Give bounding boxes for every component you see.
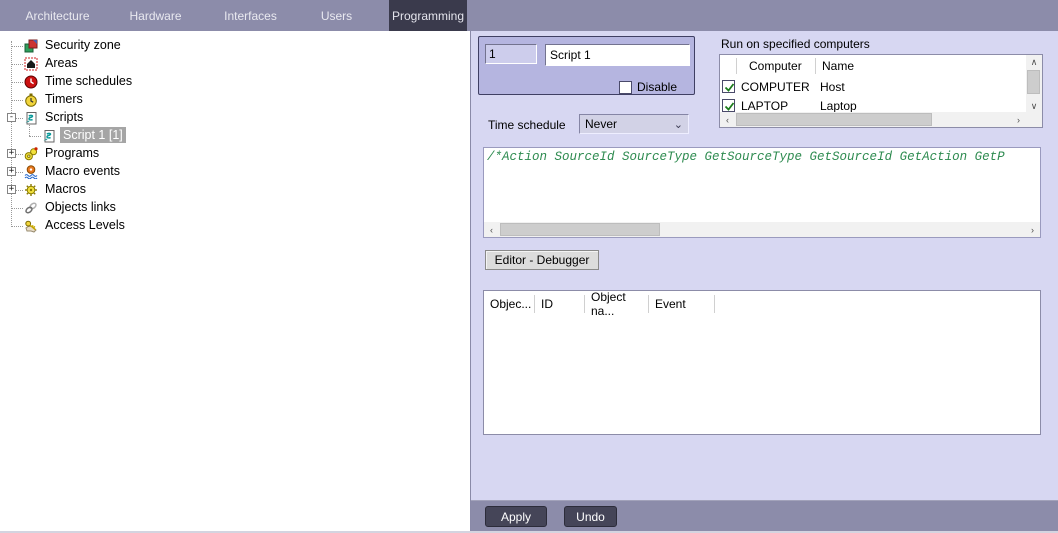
tree-item-label-programs[interactable]: Programs (42, 145, 102, 161)
macro-events-icon (24, 165, 38, 180)
disable-checkbox[interactable] (619, 80, 632, 94)
application-window: Architecture Hardware Interfaces Users Progr… (0, 0, 1058, 533)
disable-checkbox-row: Disable (619, 80, 677, 94)
chevron-down-icon: ⌄ (673, 119, 683, 131)
hscroll-thumb[interactable] (500, 223, 660, 236)
time-schedules-icon (24, 75, 38, 89)
computers-vscrollbar[interactable]: ∧ ∨ (1026, 55, 1042, 127)
computer-cell: COMPUTER (741, 79, 810, 94)
scroll-down-icon[interactable]: ∨ (1026, 99, 1042, 113)
vscroll-thumb[interactable] (1027, 70, 1040, 94)
editor-debugger-button[interactable]: Editor - Debugger (485, 250, 599, 270)
tree-connector-stub (29, 136, 41, 137)
scripts-icon (24, 111, 38, 125)
events-column-header-objec[interactable]: Objec... (484, 295, 535, 313)
tree-connector-line (11, 41, 12, 227)
objects-links-icon (24, 201, 38, 215)
tree-connector-stub (11, 208, 23, 209)
tab-programming[interactable]: Programming (389, 0, 467, 32)
computer-name-cell: Host (820, 79, 845, 94)
computer-checkbox-laptop[interactable] (722, 99, 735, 112)
top-navbar: Architecture Hardware Interfaces Users Progr… (0, 0, 1058, 32)
tree-item-label-timers[interactable]: Timers (42, 91, 86, 107)
script-code-editor[interactable]: /*Action SourceId SourceType GetSourceTy… (483, 147, 1041, 238)
computers-column-header-computer[interactable]: Computer (737, 58, 816, 74)
tab-interfaces[interactable]: Interfaces (203, 0, 298, 31)
computer-name-cell: Laptop (820, 98, 857, 113)
scroll-left-icon[interactable]: ‹ (720, 112, 735, 127)
tree-panel: Security zone Areas Time schedules Timers - S… (0, 31, 470, 533)
tree-item-label-script-1-1[interactable]: Script 1 [1] (60, 127, 126, 143)
scroll-right-icon[interactable]: › (1011, 112, 1026, 127)
computers-table: Computer Name COMPUTER Host LAPTOP Laptop ∧ ∨ ‹ › (719, 54, 1043, 128)
apply-button[interactable]: Apply (485, 506, 547, 527)
access-levels-icon (24, 219, 38, 233)
expand-icon-programs[interactable]: + (7, 149, 16, 158)
script-code-text: /*Action SourceId SourceType GetSourceTy… (487, 150, 1005, 164)
bottom-action-bar: Apply Undo (471, 500, 1058, 531)
computer-checkbox-computer[interactable] (722, 80, 735, 93)
time-schedule-value: Never (585, 117, 618, 131)
time-schedule-label: Time schedule (488, 118, 566, 132)
events-table-header: Objec... ID Object na... Event (484, 291, 1040, 318)
tree-connector-stub (11, 226, 23, 227)
computers-column-header-name[interactable]: Name (816, 58, 1026, 74)
tree-item-label-macros[interactable]: Macros (42, 181, 89, 197)
computers-table-header: Computer Name (720, 55, 1026, 77)
tab-hardware[interactable]: Hardware (108, 0, 203, 31)
tab-users[interactable]: Users (298, 0, 375, 31)
computers-group-title: Run on specified computers (721, 37, 870, 51)
script-name-field[interactable] (545, 44, 690, 66)
script-id-field[interactable] (485, 44, 537, 64)
scroll-left-icon[interactable]: ‹ (484, 222, 499, 237)
hscroll-thumb[interactable] (736, 113, 932, 126)
undo-button[interactable]: Undo (564, 506, 617, 527)
tree-connector-stub (11, 46, 23, 47)
tree-connector-stub (11, 100, 23, 101)
tree-item-label-areas[interactable]: Areas (42, 55, 81, 71)
expand-icon-macros[interactable]: + (7, 185, 16, 194)
computer-row-computer[interactable]: COMPUTER Host (720, 77, 1026, 96)
disable-label: Disable (637, 80, 678, 94)
time-schedule-dropdown[interactable]: Never ⌄ (579, 114, 689, 134)
security-zone-icon (24, 39, 38, 53)
tree-item-label-objects-links[interactable]: Objects links (42, 199, 119, 215)
tree-item-label-macro-events[interactable]: Macro events (42, 163, 123, 179)
areas-icon (24, 57, 38, 71)
events-column-header-id[interactable]: ID (535, 295, 585, 313)
computer-cell: LAPTOP (741, 98, 789, 113)
events-column-header-event[interactable]: Event (649, 295, 715, 313)
timers-icon (24, 93, 38, 107)
script-identity-group: Disable (478, 36, 695, 95)
tree-item-label-scripts[interactable]: Scripts (42, 109, 86, 125)
programming-panel: Disable Run on specified computers Compu… (470, 31, 1058, 533)
script-icon (42, 129, 56, 143)
tree-item-label-access-levels[interactable]: Access Levels (42, 217, 128, 233)
tree-connector-stub (11, 82, 23, 83)
computers-hscrollbar[interactable]: ‹ › (720, 112, 1026, 127)
programs-icon (24, 147, 38, 161)
tree-connector-stub (11, 64, 23, 65)
events-table: Objec... ID Object na... Event (483, 290, 1041, 435)
expand-icon-macro-events[interactable]: + (7, 167, 16, 176)
scroll-right-icon[interactable]: › (1025, 222, 1040, 237)
tab-architecture[interactable]: Architecture (10, 0, 105, 31)
collapse-icon-scripts[interactable]: - (7, 113, 16, 122)
events-column-header-object-na[interactable]: Object na... (585, 291, 649, 318)
tree-item-label-security-zone[interactable]: Security zone (42, 37, 124, 53)
scroll-up-icon[interactable]: ∧ (1026, 55, 1042, 69)
code-editor-hscrollbar[interactable]: ‹ › (484, 222, 1040, 237)
computers-checkbox-column-header (720, 58, 737, 74)
tree-item-label-time-schedules[interactable]: Time schedules (42, 73, 135, 89)
macros-icon (24, 183, 38, 197)
